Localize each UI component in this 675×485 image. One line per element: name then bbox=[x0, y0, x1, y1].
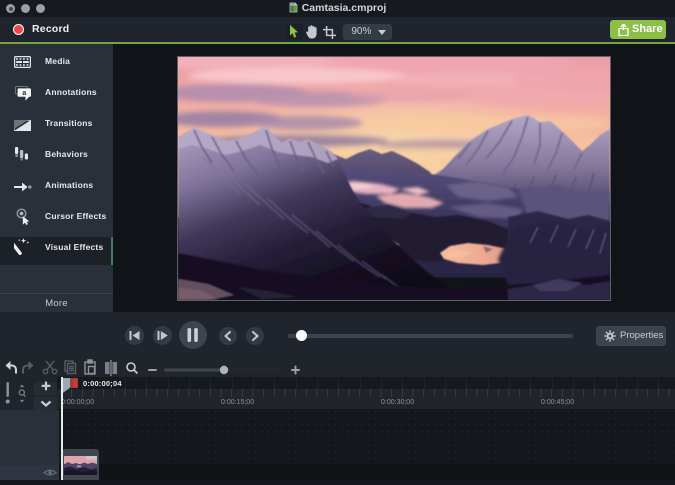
svg-text:a: a bbox=[22, 90, 26, 97]
